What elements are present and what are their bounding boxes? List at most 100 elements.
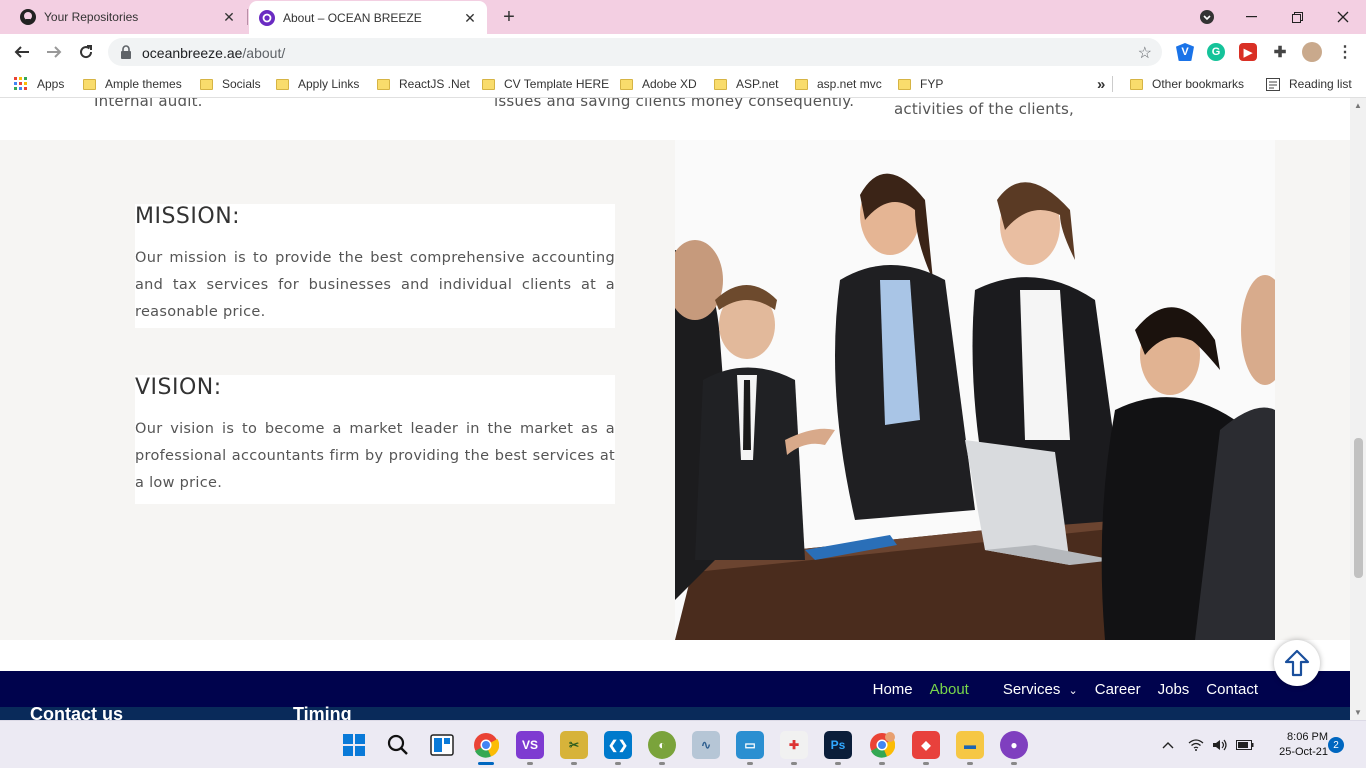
remote-desktop-icon[interactable]: ▭ (736, 731, 764, 759)
tab-about-ocean-breeze[interactable]: About – OCEAN BREEZE ✕ (249, 1, 487, 34)
site-footer: Home About Services ⌄ Career Jobs Contac… (0, 671, 1350, 720)
avatar[interactable] (1302, 42, 1322, 62)
chrome-icon[interactable] (472, 731, 500, 759)
photoshop-icon[interactable]: Ps (824, 731, 852, 759)
folder-icon (898, 78, 911, 90)
overflow-chevron-icon: » (1097, 75, 1106, 93)
battery-icon[interactable] (1236, 721, 1254, 768)
github-icon (20, 9, 36, 25)
close-window-button[interactable] (1320, 0, 1366, 34)
close-tab-icon[interactable]: ✕ (463, 11, 477, 25)
system-clock[interactable]: 8:06 PM 25-Oct-21 (1279, 730, 1328, 760)
mission-heading: MISSION: (135, 204, 241, 229)
bookmarks-overflow-button[interactable]: » (1097, 75, 1106, 93)
vision-card: VISION: Our vision is to become a market… (135, 375, 615, 504)
search-icon[interactable] (384, 731, 412, 759)
url-domain: oceanbreeze.ae (142, 45, 243, 61)
restore-icon (1291, 11, 1303, 23)
address-bar[interactable]: oceanbreeze.ae/about/ ☆ (108, 38, 1162, 66)
footer-link-contact[interactable]: Contact (1206, 681, 1258, 698)
running-indicator (923, 762, 929, 765)
menu-kebab-icon[interactable]: ⋮ (1336, 43, 1354, 61)
vision-text: Our vision is to become a market leader … (135, 421, 615, 491)
arrow-right-icon (47, 46, 62, 58)
monitor-app-icon[interactable]: ∿ (692, 731, 720, 759)
file-explorer-icon[interactable]: ▬ (956, 731, 984, 759)
tab-divider (247, 9, 248, 25)
wifi-icon[interactable] (1188, 721, 1204, 768)
volume-icon[interactable] (1212, 721, 1228, 768)
bookmark-label: Apps (37, 77, 65, 91)
app2-icon[interactable]: ✚ (780, 731, 808, 759)
task-view-icon[interactable] (428, 731, 456, 759)
notification-badge[interactable]: 2 (1328, 737, 1344, 753)
footer-band (0, 707, 1350, 720)
close-tab-icon[interactable]: ✕ (222, 10, 236, 24)
page-scrollbar[interactable]: ▲ ▼ (1350, 98, 1366, 720)
bookmark-apps[interactable]: Apps (14, 76, 64, 92)
restore-button[interactable] (1274, 0, 1320, 34)
timing-heading: Timing (293, 704, 352, 720)
app-icon[interactable]: ◐ (648, 731, 676, 759)
close-icon (1337, 11, 1349, 23)
bookmark-other[interactable]: Other bookmarks (1130, 76, 1244, 92)
bookmark-folder[interactable]: Apply Links (276, 76, 359, 92)
bookmark-folder[interactable]: Adobe XD (620, 76, 697, 92)
scroll-to-top-button[interactable] (1274, 640, 1320, 686)
tab-your-repositories[interactable]: Your Repositories ✕ (0, 0, 246, 34)
visual-studio-icon[interactable]: VS (516, 731, 544, 759)
scroll-down-icon[interactable]: ▼ (1354, 708, 1362, 717)
bookmark-folder[interactable]: FYP (898, 76, 943, 92)
bookmark-label: Reading list (1289, 77, 1352, 91)
bookmark-folder[interactable]: Ample themes (83, 76, 182, 92)
footer-link-home[interactable]: Home (873, 681, 913, 698)
bookmark-folder[interactable]: asp.net mvc (795, 76, 882, 92)
chrome-profile-icon[interactable] (868, 731, 896, 759)
back-button[interactable] (10, 40, 34, 64)
github-desktop-icon[interactable]: ● (1000, 731, 1028, 759)
tool-app-icon[interactable]: ✂ (560, 731, 588, 759)
git-app-icon[interactable]: ◆ (912, 731, 940, 759)
scrollbar-thumb[interactable] (1354, 438, 1363, 578)
grammarly-icon[interactable]: G (1207, 43, 1225, 61)
bookmark-label: Socials (222, 77, 261, 91)
footer-link-jobs[interactable]: Jobs (1158, 681, 1190, 698)
bookmark-label: asp.net mvc (817, 77, 882, 91)
scroll-up-icon[interactable]: ▲ (1354, 101, 1362, 110)
bookmark-label: ASP.net (736, 77, 779, 91)
running-indicator (1011, 762, 1017, 765)
bookmark-star-icon[interactable]: ☆ (1138, 43, 1152, 63)
running-indicator (791, 762, 797, 765)
page-viewport: Internal audit. issues and saving client… (0, 98, 1350, 720)
footer-link-services[interactable]: Services ⌄ (986, 681, 1078, 698)
browser-toolbar: oceanbreeze.ae/about/ ☆ V G ▶ ✚ ⋮ (0, 34, 1366, 70)
bookmark-folder[interactable]: ASP.net (714, 76, 778, 92)
start-icon[interactable] (340, 731, 368, 759)
tab-title: Your Repositories (44, 10, 139, 24)
bookmark-folder[interactable]: Socials (200, 76, 261, 92)
footer-link-career[interactable]: Career (1095, 681, 1141, 698)
footer-link-about[interactable]: About (930, 681, 969, 698)
tray-overflow-icon[interactable] (1162, 721, 1174, 768)
puzzle-extensions-icon[interactable]: ✚ (1271, 43, 1289, 61)
bookmark-label: ReactJS .Net (399, 77, 470, 91)
reading-list-button[interactable]: Reading list (1266, 76, 1352, 92)
shield-extension-icon[interactable]: V (1176, 43, 1194, 61)
vscode-icon[interactable]: ❮❯ (604, 731, 632, 759)
lock-icon[interactable] (120, 45, 132, 64)
forward-button[interactable] (42, 40, 66, 64)
running-indicator (967, 762, 973, 765)
media-extension-icon[interactable]: ▶ (1239, 43, 1257, 61)
new-tab-button[interactable]: + (498, 6, 520, 28)
bookmark-folder[interactable]: ReactJS .Net (377, 76, 470, 92)
chevron-down-icon (1200, 10, 1214, 24)
mission-card: MISSION: Our mission is to provide the b… (135, 204, 615, 328)
bookmark-label: Ample themes (105, 77, 182, 91)
reload-button[interactable] (74, 40, 98, 64)
bookmark-folder[interactable]: CV Template HERE (482, 76, 609, 92)
reading-list-icon (1266, 77, 1280, 91)
minimize-button[interactable] (1228, 0, 1274, 34)
chevron-down-icon: ⌄ (1068, 685, 1078, 697)
bookmark-label: Adobe XD (642, 77, 697, 91)
tab-search-button[interactable] (1184, 0, 1230, 34)
